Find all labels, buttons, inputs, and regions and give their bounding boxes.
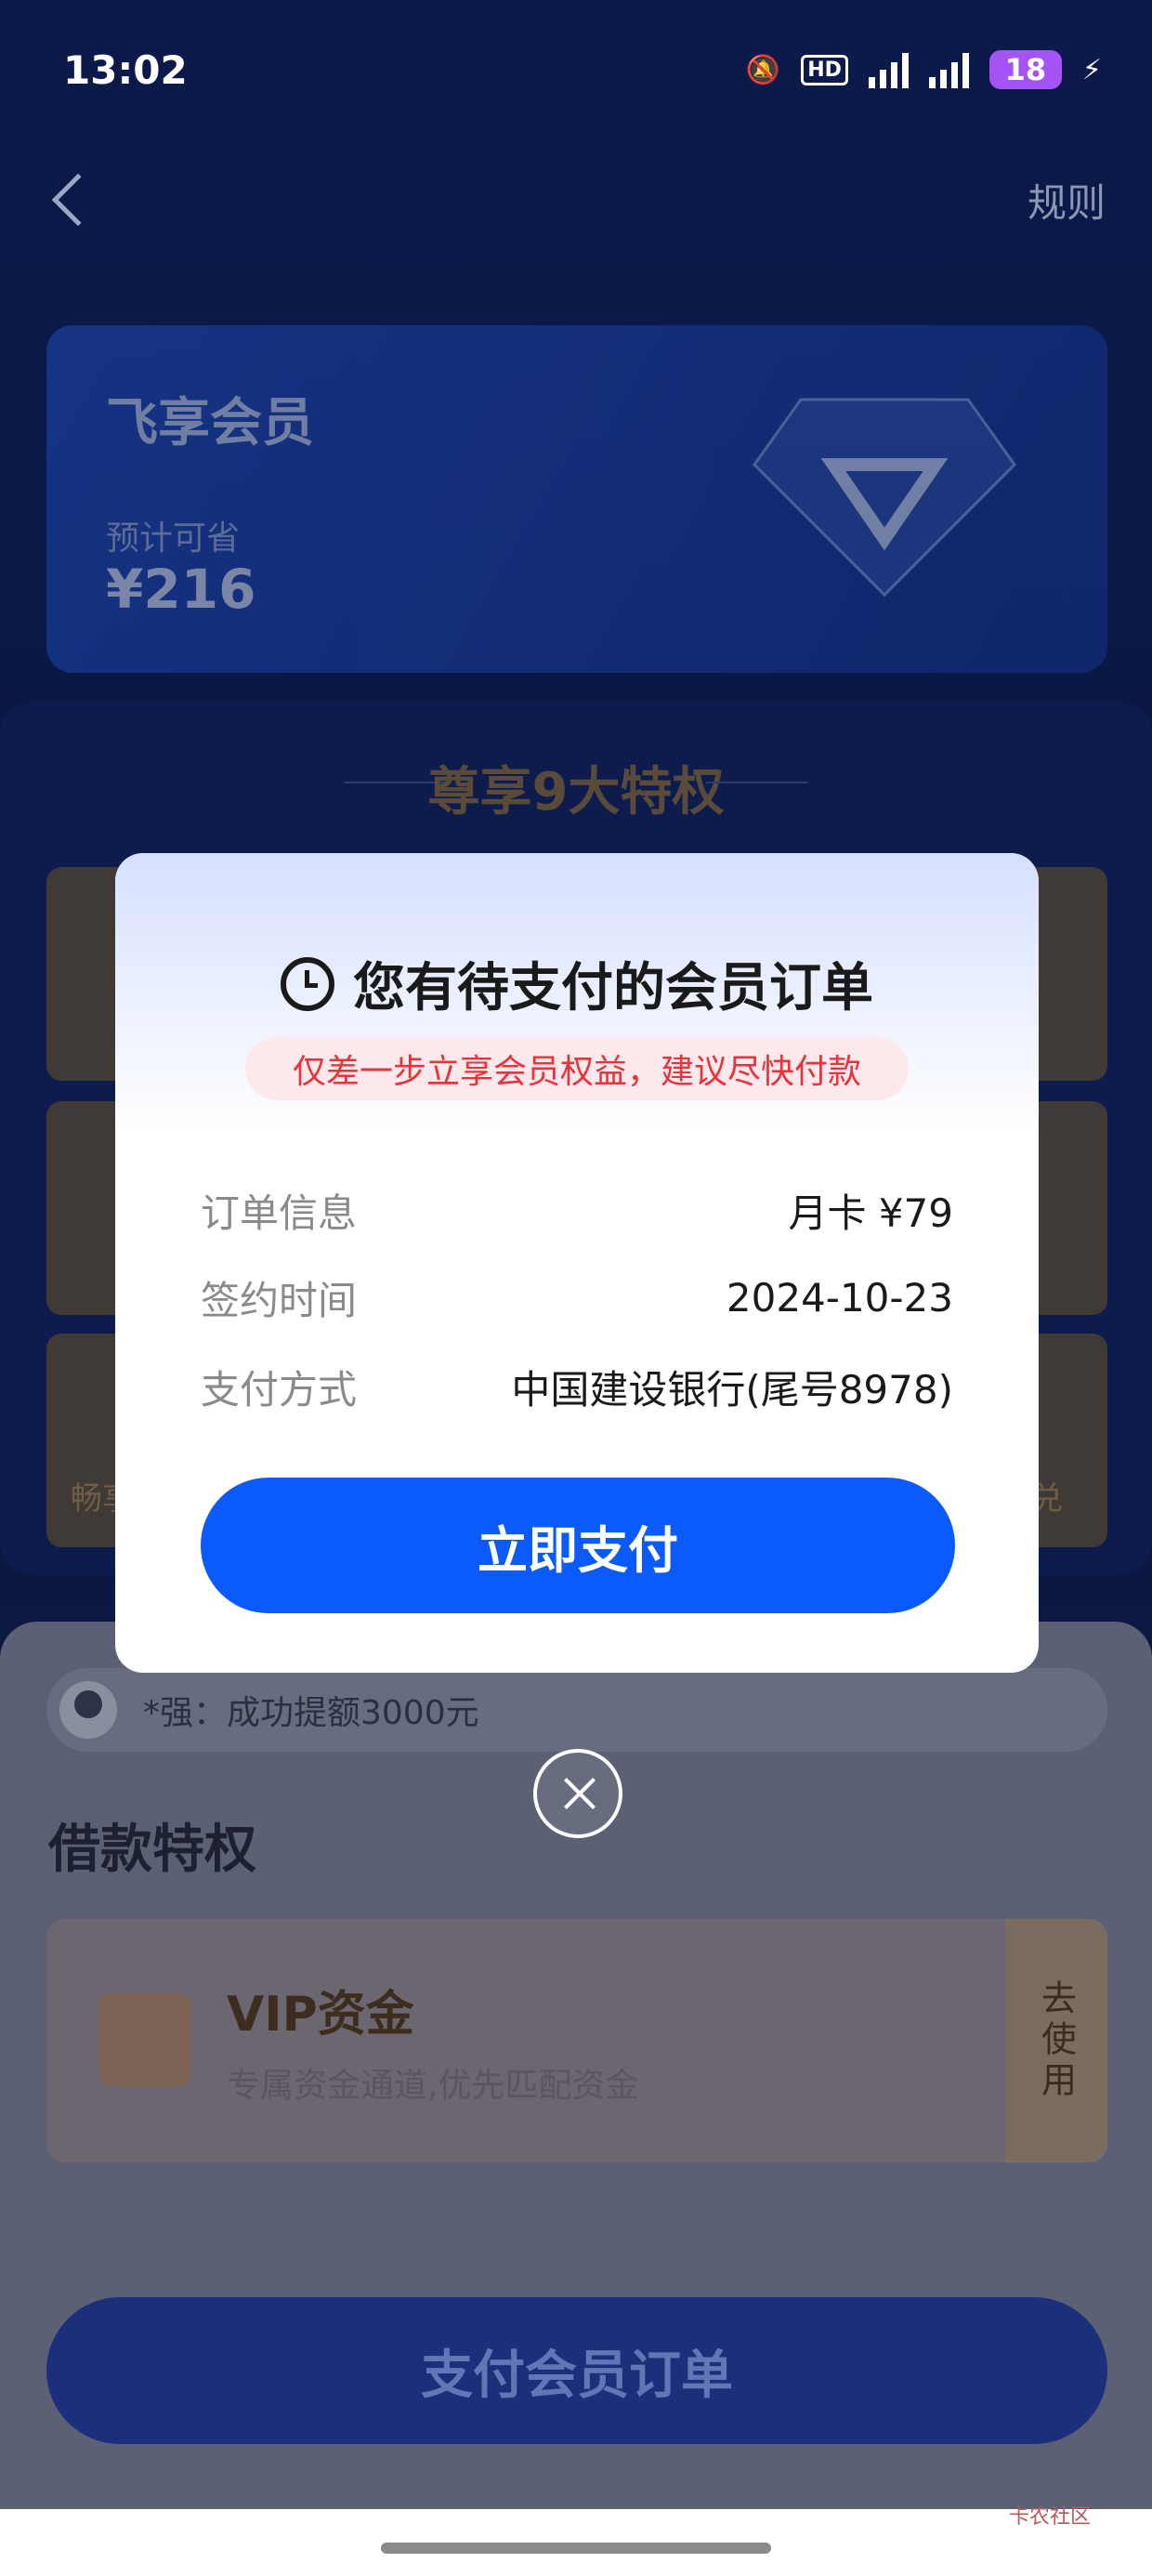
modal-title-row: 您有待支付的会员订单	[115, 946, 1039, 1021]
info-label: 支付方式	[201, 1366, 358, 1413]
payment-method-row: 支付方式 中国建设银行(尾号8978)	[201, 1359, 953, 1414]
info-value: 2024-10-23	[726, 1274, 953, 1321]
clock-icon	[281, 956, 334, 1011]
close-icon[interactable]	[533, 1749, 622, 1838]
info-label: 签约时间	[201, 1277, 358, 1323]
order-info-row: 订单信息 月卡 ¥79	[201, 1182, 953, 1238]
info-value: 中国建设银行(尾号8978)	[511, 1366, 953, 1413]
pending-order-modal: 您有待支付的会员订单 仅差一步立享会员权益，建议尽快付款 订单信息 月卡 ¥79…	[115, 853, 1039, 1673]
sign-time-row: 签约时间 2024-10-23	[201, 1269, 953, 1325]
notice-pill: 仅差一步立享会员权益，建议尽快付款	[245, 1037, 909, 1100]
info-value: 月卡 ¥79	[788, 1189, 953, 1236]
modal-title: 您有待支付的会员订单	[353, 958, 873, 1019]
pay-now-button[interactable]: 立即支付	[201, 1478, 955, 1613]
info-label: 订单信息	[201, 1189, 358, 1236]
